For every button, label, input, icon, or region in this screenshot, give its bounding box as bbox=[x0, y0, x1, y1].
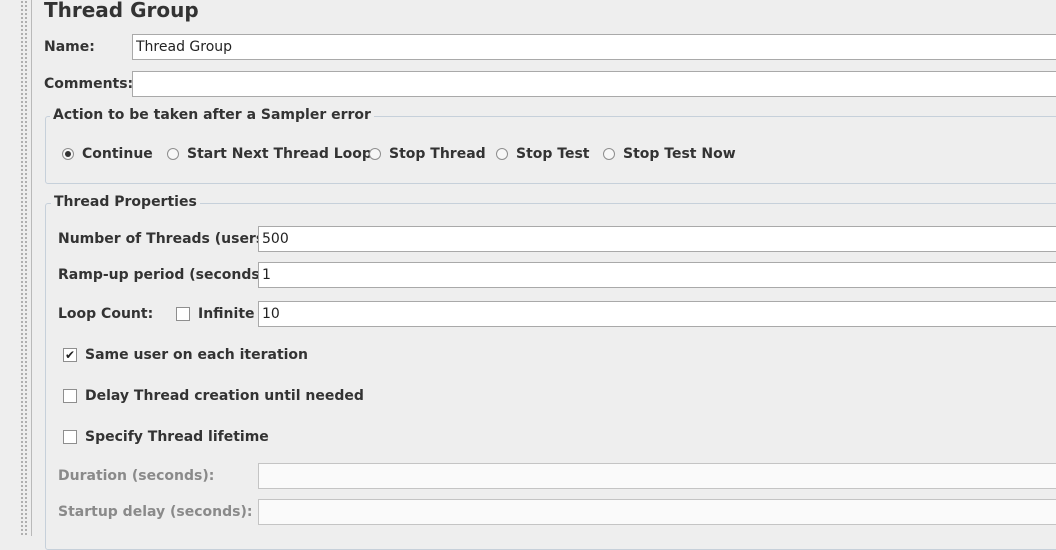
radio-continue-label: Continue bbox=[82, 146, 153, 162]
page-title: Thread Group bbox=[44, 0, 199, 22]
rampup-label: Ramp-up period (seconds): bbox=[58, 267, 272, 283]
duration-label: Duration (seconds): bbox=[58, 468, 215, 484]
radio-unselected-icon[interactable] bbox=[369, 148, 381, 160]
threads-field[interactable] bbox=[258, 226, 1056, 252]
specify-lifetime-label: Specify Thread lifetime bbox=[85, 429, 269, 445]
radio-unselected-icon[interactable] bbox=[496, 148, 508, 160]
radio-unselected-icon[interactable] bbox=[167, 148, 179, 160]
threads-label: Number of Threads (users): bbox=[58, 231, 277, 247]
radio-stop-thread[interactable]: Stop Thread bbox=[369, 146, 486, 162]
radio-stop-test-now-label: Stop Test Now bbox=[623, 146, 736, 162]
startup-delay-field[interactable] bbox=[258, 499, 1056, 525]
same-user-checkbox[interactable]: ✔ Same user on each iteration bbox=[63, 347, 308, 363]
duration-field[interactable] bbox=[258, 463, 1056, 489]
rampup-field[interactable] bbox=[258, 262, 1056, 288]
radio-selected-icon[interactable] bbox=[62, 148, 74, 160]
specify-lifetime-checkbox[interactable]: Specify Thread lifetime bbox=[63, 429, 269, 445]
panel-border bbox=[31, 0, 32, 536]
loop-count-field[interactable] bbox=[258, 301, 1056, 327]
loop-count-label: Loop Count: bbox=[58, 306, 154, 322]
checkbox-unchecked-icon[interactable] bbox=[176, 307, 190, 321]
radio-stop-thread-label: Stop Thread bbox=[389, 146, 486, 162]
split-pane-divider[interactable] bbox=[0, 0, 30, 536]
name-label: Name: bbox=[44, 39, 95, 55]
comments-label: Comments: bbox=[44, 76, 134, 92]
delay-thread-checkbox[interactable]: Delay Thread creation until needed bbox=[63, 388, 364, 404]
radio-stop-test-label: Stop Test bbox=[516, 146, 590, 162]
same-user-label: Same user on each iteration bbox=[85, 347, 309, 363]
radio-start-next-thread-loop-label: Start Next Thread Loop bbox=[187, 146, 372, 162]
thread-properties-group bbox=[45, 203, 1056, 550]
checkbox-checked-icon[interactable]: ✔ bbox=[63, 348, 77, 362]
comments-field[interactable] bbox=[132, 71, 1056, 97]
sampler-error-legend: Action to be taken after a Sampler error bbox=[50, 107, 374, 123]
name-field[interactable] bbox=[132, 34, 1056, 60]
infinite-checkbox[interactable]: Infinite bbox=[176, 306, 255, 322]
infinite-label: Infinite bbox=[198, 306, 255, 322]
startup-delay-label: Startup delay (seconds): bbox=[58, 504, 253, 520]
drag-grip-icon[interactable] bbox=[20, 0, 28, 536]
thread-properties-legend: Thread Properties bbox=[51, 194, 200, 210]
delay-thread-label: Delay Thread creation until needed bbox=[85, 388, 364, 404]
radio-unselected-icon[interactable] bbox=[603, 148, 615, 160]
radio-continue[interactable]: Continue bbox=[62, 146, 153, 162]
radio-start-next-thread-loop[interactable]: Start Next Thread Loop bbox=[167, 146, 372, 162]
radio-stop-test[interactable]: Stop Test bbox=[496, 146, 590, 162]
checkbox-unchecked-icon[interactable] bbox=[63, 430, 77, 444]
checkbox-unchecked-icon[interactable] bbox=[63, 389, 77, 403]
radio-stop-test-now[interactable]: Stop Test Now bbox=[603, 146, 736, 162]
